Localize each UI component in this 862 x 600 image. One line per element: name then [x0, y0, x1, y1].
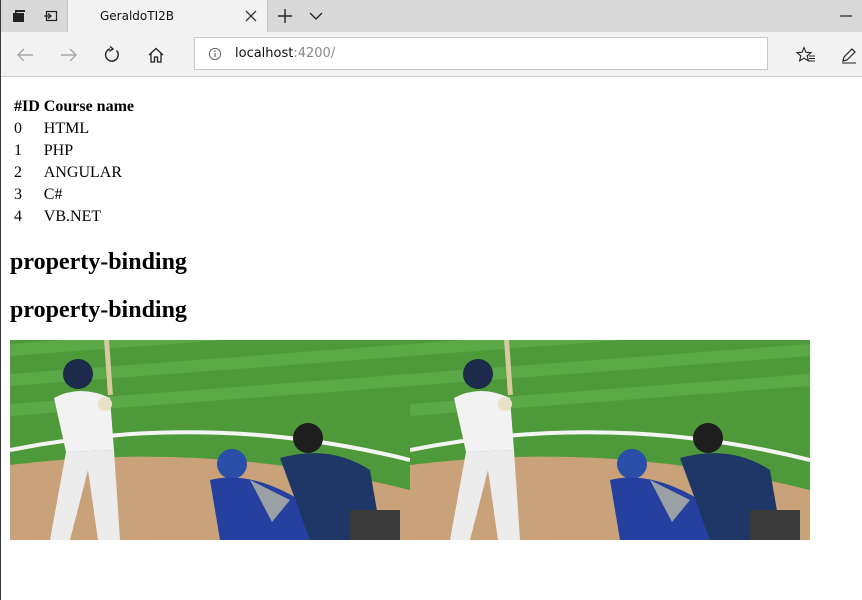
row-id: 1	[14, 142, 22, 159]
show-tabs-aside-icon[interactable]	[35, 0, 67, 32]
column-header-course-name: Course name	[43, 98, 134, 115]
web-note-pen-icon[interactable]	[833, 39, 862, 71]
tab-preview-chevron-icon[interactable]	[300, 0, 332, 32]
property-binding-heading: property-binding	[10, 297, 187, 323]
column-header-id: #ID	[14, 98, 40, 115]
tab-title: GeraldoTI2B	[100, 9, 174, 23]
table-row: 3 C#	[13, 185, 135, 205]
courses-table: #ID Course name 0 HTML 1 PHP 2 ANGULAR 3…	[11, 95, 137, 229]
row-course-name: VB.NET	[43, 208, 102, 225]
back-arrow-icon[interactable]	[9, 39, 41, 71]
table-row: 1 PHP	[13, 141, 135, 161]
forward-arrow-icon[interactable]	[53, 39, 85, 71]
row-course-name: PHP	[43, 142, 74, 159]
tab-strip: GeraldoTI2B	[1, 0, 862, 33]
close-tab-icon[interactable]	[243, 8, 259, 24]
row-course-name: ANGULAR	[43, 164, 122, 181]
url-text: localhost:4200/	[235, 46, 335, 61]
minimize-icon[interactable]	[839, 8, 853, 24]
table-row: 2 ANGULAR	[13, 163, 135, 183]
table-header-row: #ID Course name	[13, 97, 135, 117]
row-id: 3	[14, 186, 22, 203]
navigation-bar: localhost:4200/	[1, 32, 862, 77]
site-info-icon[interactable]	[208, 47, 222, 61]
page-content: #ID Course name 0 HTML 1 PHP 2 ANGULAR 3…	[10, 95, 855, 540]
row-id: 0	[14, 120, 22, 137]
url-port: :4200/	[293, 46, 336, 61]
refresh-icon[interactable]	[96, 39, 128, 71]
favorites-icon[interactable]	[790, 39, 822, 71]
baseball-photo	[410, 340, 810, 540]
tabs-aside-icon[interactable]	[3, 0, 35, 32]
row-course-name: HTML	[43, 120, 90, 137]
browser-tab[interactable]: GeraldoTI2B	[67, 0, 268, 33]
home-icon[interactable]	[140, 39, 172, 71]
new-tab-icon[interactable]	[269, 0, 301, 32]
row-course-name: C#	[43, 186, 63, 203]
row-id: 4	[14, 208, 22, 225]
address-bar[interactable]: localhost:4200/	[194, 37, 768, 70]
url-host: localhost	[235, 46, 294, 61]
row-id: 2	[14, 164, 22, 181]
baseball-photo	[10, 340, 410, 540]
image-row	[10, 340, 855, 540]
table-row: 4 VB.NET	[13, 207, 135, 227]
table-row: 0 HTML	[13, 119, 135, 139]
property-binding-heading: property-binding	[10, 249, 187, 275]
